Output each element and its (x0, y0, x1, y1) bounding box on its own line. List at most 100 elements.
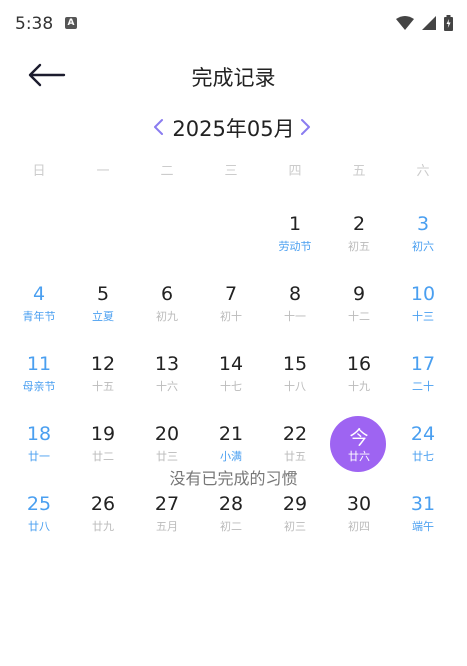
signal-icon (422, 16, 436, 30)
lunar-date-label: 青年节 (22, 310, 56, 323)
day-number: 18 (26, 423, 52, 445)
empty-day-cell (135, 205, 199, 275)
day-number: 26 (90, 493, 116, 515)
day-number: 28 (218, 493, 244, 515)
lunar-date-label: 廿七 (412, 450, 434, 463)
day-cell[interactable]: 16 十九 (327, 345, 391, 415)
app-header: 完成记录 (0, 50, 467, 100)
day-cell[interactable]: 5 立夏 (71, 275, 135, 345)
lunar-date-label: 十六 (156, 380, 178, 393)
lunar-date-label: 十七 (220, 380, 242, 393)
day-number: 4 (32, 283, 46, 305)
day-number: 29 (282, 493, 308, 515)
lunar-date-label: 廿八 (28, 520, 50, 533)
weekday-mon: 一 (96, 164, 110, 179)
lunar-date-label: 十八 (284, 380, 306, 393)
battery-icon (444, 15, 453, 31)
day-number: 27 (154, 493, 180, 515)
day-number: 7 (224, 283, 238, 305)
day-cell[interactable]: 30 初四 (327, 485, 391, 555)
lunar-date-label: 五月 (156, 520, 178, 533)
day-cell[interactable]: 10 十三 (391, 275, 455, 345)
day-cell[interactable]: 13 十六 (135, 345, 199, 415)
day-number: 12 (90, 353, 116, 375)
day-number: 19 (90, 423, 116, 445)
page-title: 完成记录 (191, 66, 276, 90)
day-cell[interactable]: 12 十五 (71, 345, 135, 415)
calendar-grid: 1 劳动节 2 初五 3 初六 4 青年节 5 立夏 6 初九 7 初十 8 十一 9 十二 10 十三 11 母亲节 12… (7, 205, 455, 555)
lunar-date-label: 初二 (220, 520, 242, 533)
status-time: 5:38 (15, 14, 54, 34)
weekday-sun: 日 (32, 164, 46, 179)
day-number: 24 (410, 423, 436, 445)
lunar-date-label: 小满 (220, 450, 242, 463)
day-cell[interactable]: 28 初二 (199, 485, 263, 555)
lunar-date-label: 十二 (348, 310, 370, 323)
lunar-date-label: 廿九 (92, 520, 114, 533)
day-number: 今 (349, 427, 369, 449)
day-number: 5 (96, 283, 110, 305)
day-cell[interactable]: 14 十七 (199, 345, 263, 415)
month-navigator: 2025年05月 (0, 110, 467, 144)
day-number: 22 (282, 423, 308, 445)
day-number: 25 (26, 493, 52, 515)
day-number: 3 (416, 213, 430, 235)
status-icons (396, 15, 453, 31)
day-number: 20 (154, 423, 180, 445)
lunar-date-label: 初十 (220, 310, 242, 323)
lunar-date-label: 廿六 (348, 450, 370, 463)
day-cell[interactable]: 7 初十 (199, 275, 263, 345)
day-cell[interactable]: 4 青年节 (7, 275, 71, 345)
day-number: 10 (410, 283, 436, 305)
day-number: 16 (346, 353, 372, 375)
lunar-date-label: 廿二 (92, 450, 114, 463)
chevron-right-icon (301, 119, 310, 135)
lunar-date-label: 廿一 (28, 450, 50, 463)
day-cell[interactable]: 26 廿九 (71, 485, 135, 555)
day-number: 13 (154, 353, 180, 375)
lunar-date-label: 立夏 (92, 310, 114, 323)
lunar-date-label: 十九 (348, 380, 370, 393)
weekday-thu: 四 (288, 164, 302, 179)
day-cell[interactable]: 25 廿八 (7, 485, 71, 555)
day-cell[interactable]: 27 五月 (135, 485, 199, 555)
day-cell[interactable]: 29 初三 (263, 485, 327, 555)
day-cell[interactable]: 8 十一 (263, 275, 327, 345)
day-cell[interactable]: 11 母亲节 (7, 345, 71, 415)
day-number: 21 (218, 423, 244, 445)
empty-day-cell (199, 205, 263, 275)
empty-day-cell (7, 205, 71, 275)
day-number: 31 (410, 493, 436, 515)
weekday-fri: 五 (352, 164, 366, 179)
day-cell[interactable]: 6 初九 (135, 275, 199, 345)
lunar-date-label: 端午 (412, 520, 434, 533)
day-cell[interactable]: 15 十八 (263, 345, 327, 415)
day-number: 8 (288, 283, 302, 305)
lunar-date-label: 十三 (412, 310, 434, 323)
lunar-date-label: 初九 (156, 310, 178, 323)
day-cell[interactable]: 1 劳动节 (263, 205, 327, 275)
weekday-header: 日 一 二 三 四 五 六 (7, 160, 455, 182)
weekday-sat: 六 (416, 164, 430, 179)
next-month-button[interactable] (294, 113, 316, 141)
day-cell[interactable]: 3 初六 (391, 205, 455, 275)
calendar-week-row: 1 劳动节 2 初五 3 初六 (7, 205, 455, 275)
lunar-date-label: 初三 (284, 520, 306, 533)
lunar-date-label: 母亲节 (22, 380, 56, 393)
status-bar: 5:38 A (0, 0, 467, 50)
day-number: 17 (410, 353, 436, 375)
lunar-date-label: 初五 (348, 240, 370, 253)
day-number: 2 (352, 213, 366, 235)
lunar-date-label: 劳动节 (278, 240, 312, 253)
day-cell[interactable]: 31 端午 (391, 485, 455, 555)
calendar-week-row: 25 廿八 26 廿九 27 五月 28 初二 29 初三 30 初四 31 端午 (7, 485, 455, 555)
day-cell[interactable]: 9 十二 (327, 275, 391, 345)
day-cell[interactable]: 2 初五 (327, 205, 391, 275)
calendar-week-row: 11 母亲节 12 十五 13 十六 14 十七 15 十八 16 十九 17 二十 (7, 345, 455, 415)
notification-a-icon: A (65, 17, 77, 29)
day-cell[interactable]: 17 二十 (391, 345, 455, 415)
lunar-date-label: 十五 (92, 380, 114, 393)
wifi-icon (396, 15, 414, 30)
empty-day-cell (71, 205, 135, 275)
lunar-date-label: 二十 (412, 380, 434, 393)
